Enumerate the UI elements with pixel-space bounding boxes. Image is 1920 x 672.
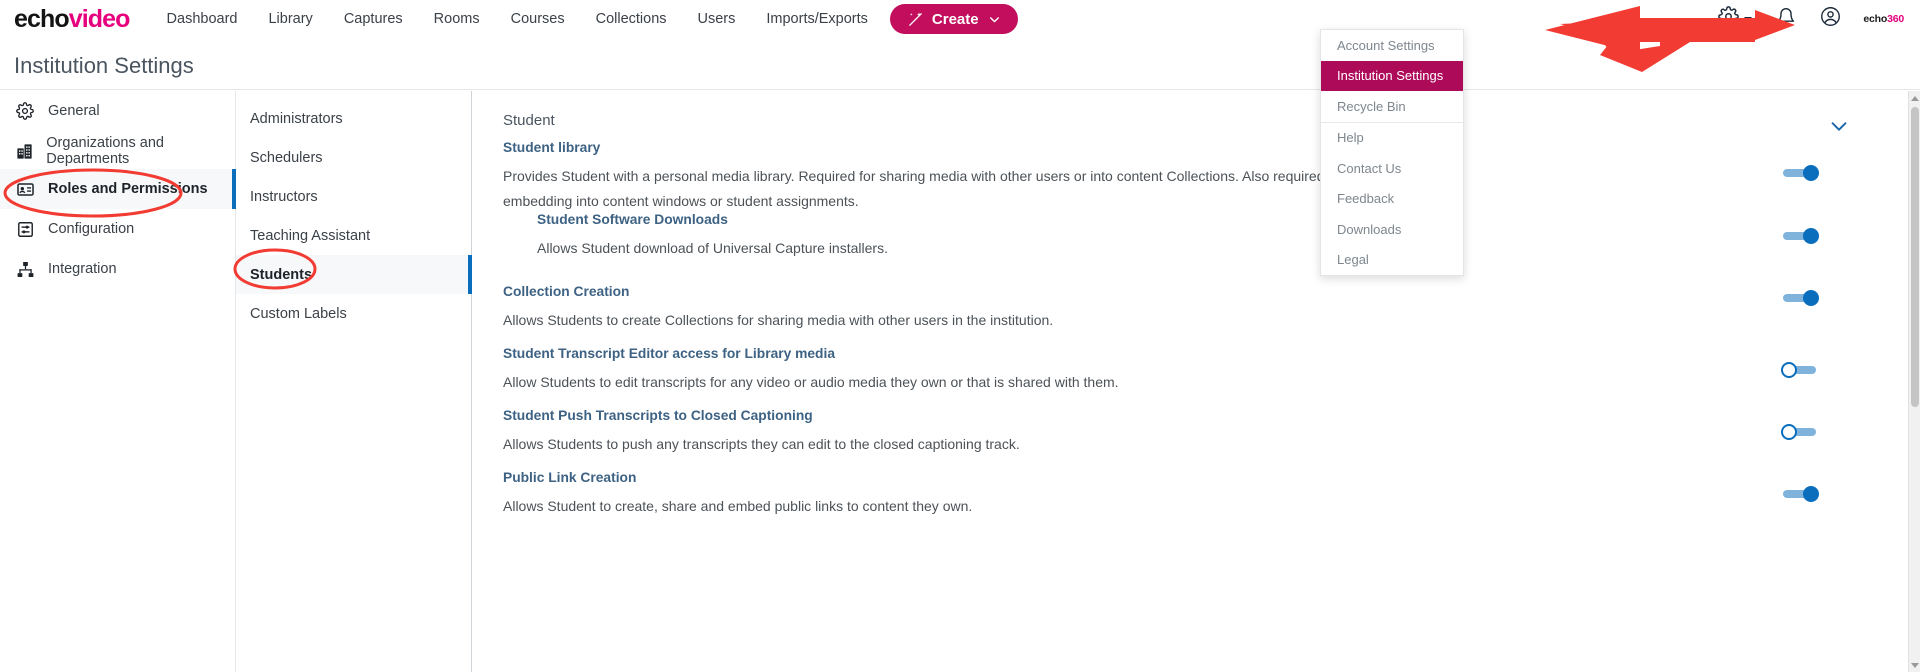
user-avatar-icon: [1820, 6, 1841, 32]
section-title: Student: [503, 112, 555, 129]
sidebar-item-label: General: [48, 103, 100, 119]
scroll-down-arrow[interactable]: [1910, 659, 1920, 671]
toggle-knob: [1781, 424, 1797, 440]
corner-logo-360: 360: [1887, 13, 1904, 25]
user-account-button[interactable]: [1820, 6, 1841, 32]
permissions-main-panel: Student Student library Provides Student …: [473, 91, 1908, 672]
sitemap-icon: [14, 260, 36, 279]
role-item-label: Administrators: [250, 110, 343, 127]
menu-item-downloads[interactable]: Downloads: [1321, 214, 1463, 245]
permission-toggle[interactable]: [1781, 290, 1819, 306]
chevron-down-icon: [1744, 16, 1753, 22]
id-card-icon: [14, 180, 36, 199]
settings-sidebar: General Organizations and Departments Role…: [0, 91, 236, 672]
menu-item-account-settings[interactable]: Account Settings: [1321, 30, 1463, 61]
menu-item-institution-settings[interactable]: Institution Settings: [1321, 60, 1463, 91]
role-item-instructors[interactable]: Instructors: [236, 177, 471, 216]
triangle-up-icon: [1911, 95, 1919, 101]
permission-toggle[interactable]: [1781, 228, 1819, 244]
settings-gear-button[interactable]: [1718, 6, 1753, 32]
collapse-section-button[interactable]: [1828, 115, 1850, 142]
permission-title[interactable]: Collection Creation: [503, 284, 629, 299]
role-item-students[interactable]: Students: [236, 255, 472, 294]
sidebar-item-general[interactable]: General: [0, 91, 235, 131]
nav-link-collections[interactable]: Collections: [596, 11, 667, 27]
menu-item-legal[interactable]: Legal: [1321, 245, 1463, 276]
nav-link-library[interactable]: Library: [268, 11, 312, 27]
sidebar-item-roles-and-permissions[interactable]: Roles and Permissions: [0, 169, 236, 209]
bell-icon: [1776, 7, 1796, 32]
triangle-down-icon: [1911, 662, 1919, 668]
scrollbar-thumb[interactable]: [1911, 107, 1919, 407]
role-item-label: Schedulers: [250, 149, 323, 166]
role-item-label: Custom Labels: [250, 305, 347, 322]
chevron-down-icon: [988, 13, 1001, 26]
notifications-button[interactable]: [1776, 7, 1796, 32]
permission-description: Allows Student to create, share and embe…: [503, 498, 973, 514]
nav-link-rooms[interactable]: Rooms: [434, 11, 480, 27]
toggle-knob: [1803, 228, 1819, 244]
role-item-label: Teaching Assistant: [250, 227, 371, 244]
brand-text-echo: echo: [14, 4, 70, 33]
toggle-knob: [1803, 486, 1819, 502]
sidebar-item-label: Organizations and Departments: [46, 135, 164, 167]
permission-title[interactable]: Student Push Transcripts to Closed Capti…: [503, 408, 813, 423]
roles-list-panel: Administrators Schedulers Instructors Teach…: [236, 91, 472, 672]
toggle-knob: [1803, 165, 1819, 181]
nav-links: Dashboard Library Captures Rooms Courses Coll…: [167, 11, 868, 27]
permission-title[interactable]: Public Link Creation: [503, 470, 636, 485]
echovideo-logo[interactable]: echovideo: [14, 4, 131, 33]
role-item-custom-labels[interactable]: Custom Labels: [236, 294, 471, 333]
role-item-label: Students: [250, 266, 313, 283]
nav-link-users[interactable]: Users: [698, 11, 736, 27]
building-icon: [14, 142, 34, 161]
role-item-label: Instructors: [250, 188, 318, 205]
menu-item-contact-us[interactable]: Contact Us: [1321, 153, 1463, 184]
magic-wand-icon: [907, 11, 924, 28]
gear-icon: [14, 102, 36, 120]
permission-title[interactable]: Student Software Downloads: [537, 212, 728, 227]
sidebar-item-integration[interactable]: Integration: [0, 249, 235, 289]
permission-description: Allow Students to edit transcripts for a…: [503, 374, 1119, 390]
corner-logo-echo: echo: [1863, 13, 1888, 25]
sidebar-item-organizations-and-departments[interactable]: Organizations and Departments: [0, 131, 235, 171]
gear-icon: [1718, 6, 1740, 32]
nav-link-courses[interactable]: Courses: [511, 11, 565, 27]
permission-toggle[interactable]: [1781, 165, 1819, 181]
permission-toggle[interactable]: [1781, 424, 1819, 440]
brand-text-video: video: [68, 4, 131, 33]
sliders-icon: [14, 220, 36, 239]
permission-description: Allows Students to create Collections fo…: [503, 312, 1054, 328]
sidebar-item-configuration[interactable]: Configuration: [0, 209, 235, 249]
role-item-teaching-assistant[interactable]: Teaching Assistant: [236, 216, 471, 255]
page-title: Institution Settings: [14, 53, 194, 78]
permission-toggle[interactable]: [1781, 486, 1819, 502]
menu-item-feedback[interactable]: Feedback: [1321, 184, 1463, 215]
echo360-corner-logo: echo360: [1863, 13, 1904, 25]
permission-description: Allows Students to push any transcripts …: [503, 436, 1020, 452]
role-item-schedulers[interactable]: Schedulers: [236, 138, 471, 177]
permission-toggle[interactable]: [1781, 362, 1819, 378]
page-header: Institution Settings: [0, 38, 1920, 90]
scroll-up-arrow[interactable]: [1910, 92, 1920, 104]
nav-link-dashboard[interactable]: Dashboard: [167, 11, 238, 27]
nav-link-captures[interactable]: Captures: [344, 11, 403, 27]
permission-title[interactable]: Student Transcript Editor access for Lib…: [503, 346, 835, 361]
toggle-knob: [1781, 362, 1797, 378]
menu-item-help[interactable]: Help: [1321, 123, 1463, 154]
settings-dropdown-menu: Account Settings Institution Settings Recy…: [1320, 29, 1464, 276]
top-navigation-bar: echovideo Dashboard Library Captures Rooms C…: [0, 0, 1920, 38]
create-button[interactable]: Create: [889, 4, 1018, 34]
sidebar-item-label: Integration: [48, 261, 117, 277]
permission-title[interactable]: Student library: [503, 140, 600, 155]
sidebar-item-label: Configuration: [48, 221, 135, 237]
role-item-administrators[interactable]: Administrators: [236, 99, 471, 138]
toggle-knob: [1803, 290, 1819, 306]
sidebar-item-label: Roles and Permissions: [48, 181, 208, 197]
vertical-scrollbar[interactable]: [1908, 91, 1920, 672]
create-button-label: Create: [931, 10, 979, 28]
menu-item-recycle-bin[interactable]: Recycle Bin: [1321, 91, 1463, 122]
nav-link-imports-exports[interactable]: Imports/Exports: [766, 11, 868, 27]
nav-right-icons: echo360: [1718, 0, 1920, 38]
